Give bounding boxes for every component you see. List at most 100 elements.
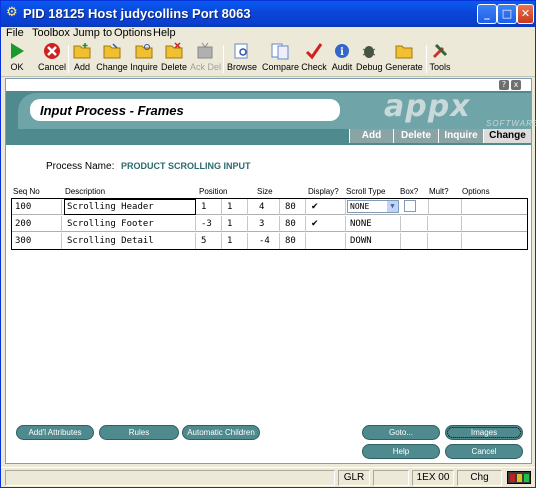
audit-button[interactable]: i Audit — [330, 42, 354, 76]
size-rows-field[interactable]: 4 — [256, 199, 280, 215]
minimize-button[interactable]: _ — [477, 4, 497, 24]
mult-field[interactable] — [428, 199, 462, 215]
options-field[interactable] — [462, 199, 527, 215]
column-header-mult: Mult? — [429, 187, 449, 196]
ok-button[interactable]: OK — [7, 42, 27, 76]
cancel-button-toolbar[interactable]: Cancel — [37, 42, 67, 76]
tools-button[interactable]: Tools — [429, 42, 451, 76]
table-row[interactable]: 100 Scrolling Header 1 1 4 80 ✔ NONE ▼ — [12, 199, 527, 215]
toolbar-separator — [426, 45, 427, 73]
addl-attributes-button[interactable]: Add'l Attributes — [16, 425, 94, 440]
status-blank — [373, 470, 409, 486]
close-button[interactable]: ✕ — [517, 4, 534, 24]
mode-tab-inquire[interactable]: Inquire — [438, 129, 483, 143]
delete-button-toolbar[interactable]: Delete — [161, 42, 187, 76]
frame-editor: ? x Input Process - Frames appx SOFTWARE… — [5, 78, 536, 464]
play-icon — [11, 43, 24, 59]
maximize-button[interactable]: □ — [497, 4, 517, 24]
column-header-description: Description — [65, 187, 106, 196]
status-bar: GLR 1EX 00 Chg — [1, 467, 535, 487]
scroll-type-field[interactable]: NONE — [347, 216, 401, 232]
mode-tab-change[interactable]: Change — [483, 129, 531, 143]
seq-no-field[interactable]: 200 — [12, 216, 62, 232]
size-cols-field[interactable]: 80 — [282, 199, 306, 215]
mode-tab-delete[interactable]: Delete — [393, 129, 438, 143]
change-button-toolbar[interactable]: Change — [96, 42, 128, 76]
help-button[interactable]: Help — [362, 444, 440, 459]
title-bar[interactable]: ⚙ PID 18125 Host judycollins Port 8063 _… — [1, 1, 535, 27]
display-checkbox[interactable] — [308, 233, 346, 249]
help-icon[interactable]: ? — [499, 80, 509, 90]
generate-button[interactable]: Generate — [385, 42, 423, 76]
size-cols-field[interactable]: 80 — [282, 216, 306, 232]
box-checkbox[interactable] — [404, 200, 416, 212]
activity-indicator-icon — [507, 471, 531, 484]
position-row-field[interactable]: 1 — [198, 199, 222, 215]
process-name-value: PRODUCT SCROLLING INPUT — [121, 161, 251, 171]
seq-no-field[interactable]: 300 — [12, 233, 62, 249]
check-button[interactable]: Check — [301, 42, 327, 76]
inquire-button-toolbar[interactable]: Inquire — [130, 42, 158, 76]
description-field[interactable]: Scrolling Header — [64, 199, 196, 215]
app-window: ⚙ PID 18125 Host judycollins Port 8063 _… — [0, 0, 536, 488]
display-checkbox[interactable]: ✔ — [308, 199, 346, 215]
scroll-type-field[interactable]: DOWN — [347, 233, 401, 249]
menu-file[interactable]: File — [6, 27, 24, 40]
compare-icon — [271, 43, 289, 60]
description-field[interactable]: Scrolling Footer — [64, 216, 196, 232]
box-field[interactable] — [401, 233, 428, 249]
browse-icon — [234, 43, 248, 59]
close-icon[interactable]: x — [511, 80, 521, 90]
folder-change-icon — [103, 43, 121, 59]
mode-tab-add[interactable]: Add — [349, 129, 393, 143]
menu-toolbox[interactable]: Toolbox — [32, 27, 70, 40]
cancel-button[interactable]: Cancel — [445, 444, 523, 459]
ack-del-button[interactable]: Ack Del — [190, 42, 221, 76]
bug-icon — [362, 46, 376, 58]
toolbar: OK Cancel Add Change Inquire Delete Ack … — [1, 41, 535, 77]
menu-options[interactable]: Options — [114, 27, 152, 40]
options-field[interactable] — [462, 216, 527, 232]
rules-button[interactable]: Rules — [99, 425, 179, 440]
menu-jump-to[interactable]: Jump to — [73, 27, 112, 40]
cancel-icon — [44, 43, 60, 59]
info-icon: i — [335, 44, 349, 58]
size-rows-field[interactable]: -4 — [256, 233, 280, 249]
add-button-toolbar[interactable]: Add — [71, 42, 93, 76]
app-icon: ⚙ — [6, 5, 18, 20]
menu-help[interactable]: Help — [153, 27, 176, 40]
mult-field[interactable] — [428, 216, 462, 232]
position-col-field[interactable]: 1 — [224, 216, 248, 232]
size-cols-field[interactable]: 80 — [282, 233, 306, 249]
compare-button[interactable]: Compare — [262, 42, 299, 76]
chevron-down-icon[interactable]: ▼ — [387, 201, 398, 212]
column-header-scroll-type: Scroll Type — [346, 187, 386, 196]
column-header-display: Display? — [308, 187, 339, 196]
position-col-field[interactable]: 1 — [224, 199, 248, 215]
scroll-type-select[interactable]: NONE ▼ — [347, 200, 399, 213]
seq-no-field[interactable]: 100 — [12, 199, 62, 215]
table-row[interactable]: 200 Scrolling Footer -3 1 3 80 ✔ NONE — [12, 216, 527, 232]
frames-table: 100 Scrolling Header 1 1 4 80 ✔ NONE ▼ 2… — [11, 198, 528, 250]
position-col-field[interactable]: 1 — [224, 233, 248, 249]
goto-button[interactable]: Goto... — [362, 425, 440, 440]
position-row-field[interactable]: -3 — [198, 216, 222, 232]
position-row-field[interactable]: 5 — [198, 233, 222, 249]
options-field[interactable] — [462, 233, 527, 249]
box-field[interactable] — [401, 216, 428, 232]
display-checkbox[interactable]: ✔ — [308, 216, 346, 232]
debug-button[interactable]: Debug — [356, 42, 383, 76]
mult-field[interactable] — [428, 233, 462, 249]
description-field[interactable]: Scrolling Detail — [64, 233, 196, 249]
page-title: Input Process - Frames — [40, 103, 184, 118]
appx-logo: appx — [384, 89, 471, 124]
window-title: PID 18125 Host judycollins Port 8063 — [23, 6, 251, 21]
checkmark-icon — [305, 43, 323, 60]
automatic-children-button[interactable]: Automatic Children — [182, 425, 260, 440]
images-button[interactable]: Images — [445, 425, 523, 440]
size-rows-field[interactable]: 3 — [256, 216, 280, 232]
browse-button[interactable]: Browse — [227, 42, 257, 76]
table-row[interactable]: 300 Scrolling Detail 5 1 -4 80 DOWN — [12, 233, 527, 249]
column-header-options: Options — [462, 187, 490, 196]
header-banner: ? x Input Process - Frames appx SOFTWARE… — [6, 79, 536, 145]
